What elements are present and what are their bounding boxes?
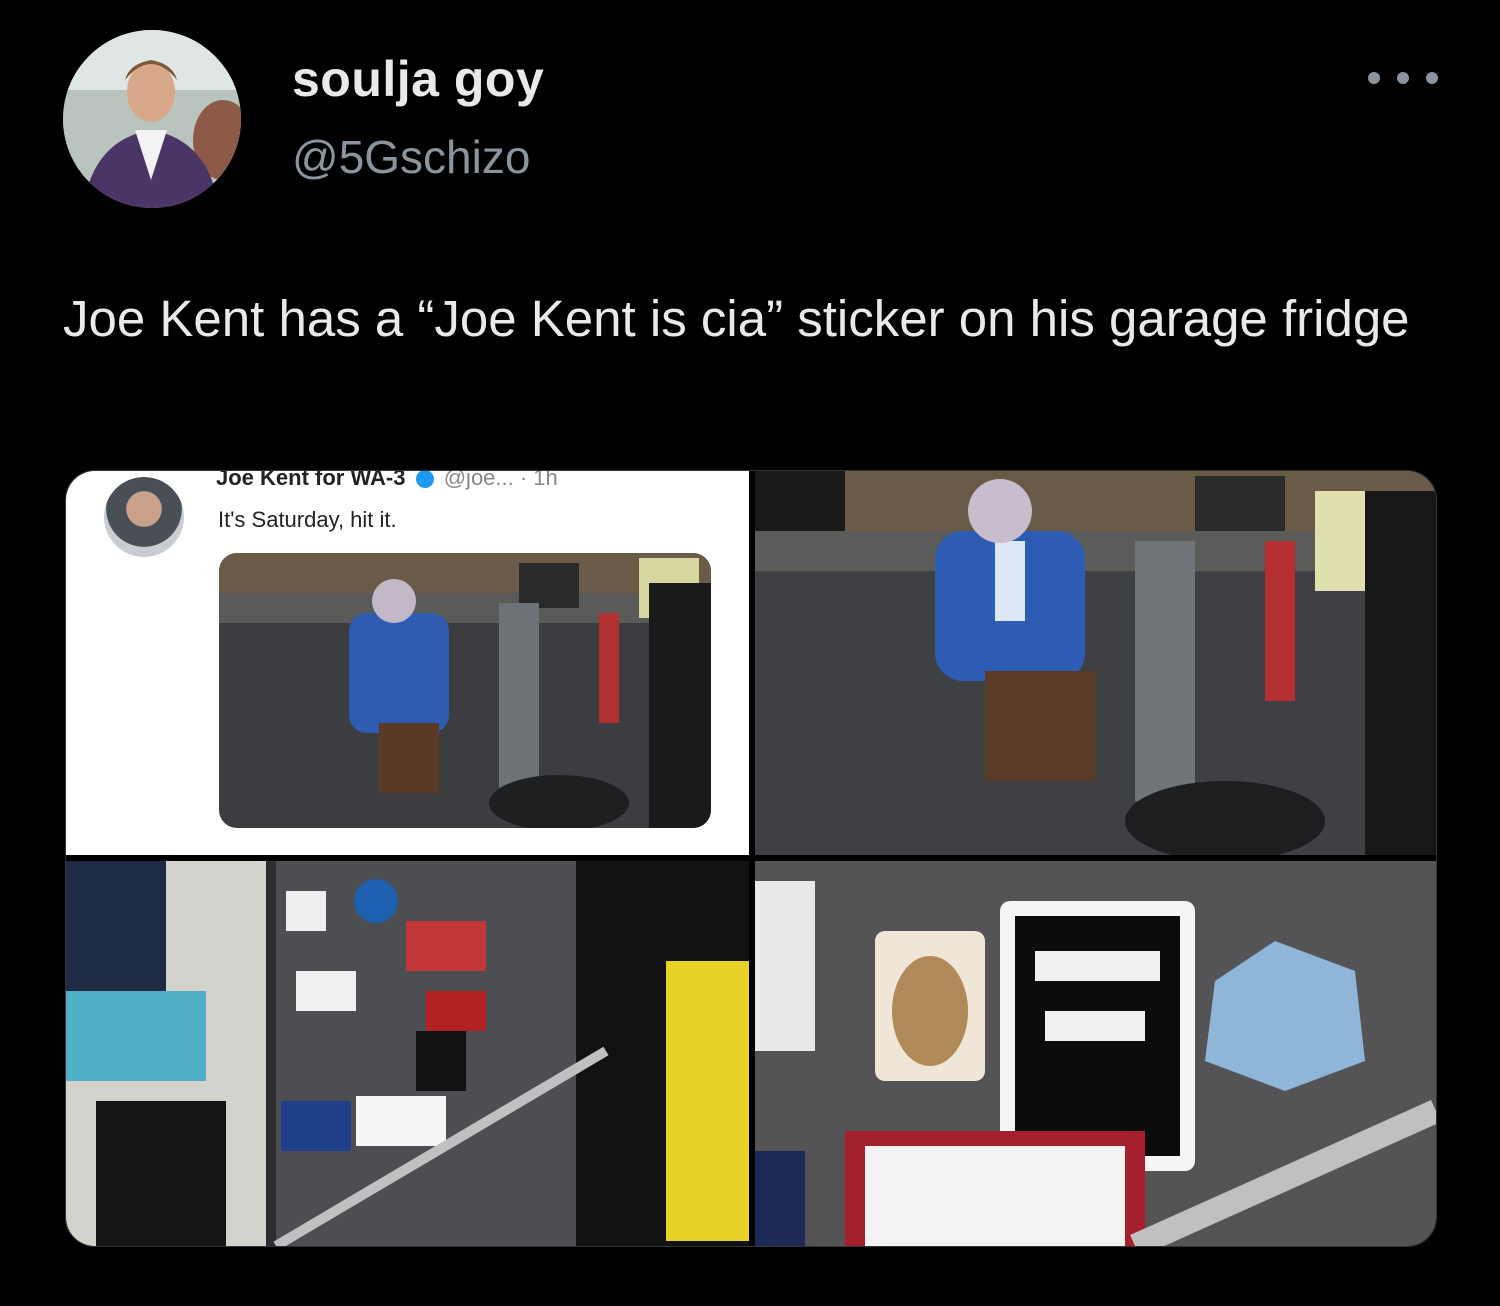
embedded-avatar (104, 477, 184, 557)
embedded-tweet-header: Joe Kent for WA-3 @joe... · 1h (216, 471, 558, 491)
dot-icon (1397, 72, 1409, 84)
dot-icon (1368, 72, 1380, 84)
dot-icon (1426, 72, 1438, 84)
verified-badge-icon (415, 471, 434, 489)
media-image-1[interactable]: Joe Kent for WA-3 @joe... · 1h It's Satu… (66, 471, 749, 855)
embedded-handle-time: @joe... · 1h (443, 471, 558, 490)
rowing-photo-large (755, 471, 1436, 855)
embedded-display-name: Joe Kent for WA-3 (216, 471, 406, 490)
media-image-3[interactable] (66, 861, 749, 1246)
media-image-4[interactable] (755, 861, 1436, 1246)
sticker-closeup-photo (755, 861, 1436, 1246)
tweet-text: Joe Kent has a “Joe Kent is cia” sticker… (63, 290, 1410, 347)
fridge-photo (66, 861, 749, 1246)
avatar-photo (63, 30, 241, 208)
embedded-photo (219, 553, 711, 828)
media-grid: Joe Kent for WA-3 @joe... · 1h It's Satu… (65, 470, 1437, 1247)
media-image-2[interactable] (755, 471, 1436, 855)
author-display-name[interactable]: soulja goy (292, 50, 544, 108)
rowing-photo-small (219, 553, 711, 828)
profile-avatar[interactable] (63, 30, 241, 208)
embedded-tweet-text: It's Saturday, hit it. (218, 507, 397, 532)
more-options-icon[interactable] (1368, 58, 1438, 98)
author-handle[interactable]: @5Gschizo (292, 130, 530, 184)
